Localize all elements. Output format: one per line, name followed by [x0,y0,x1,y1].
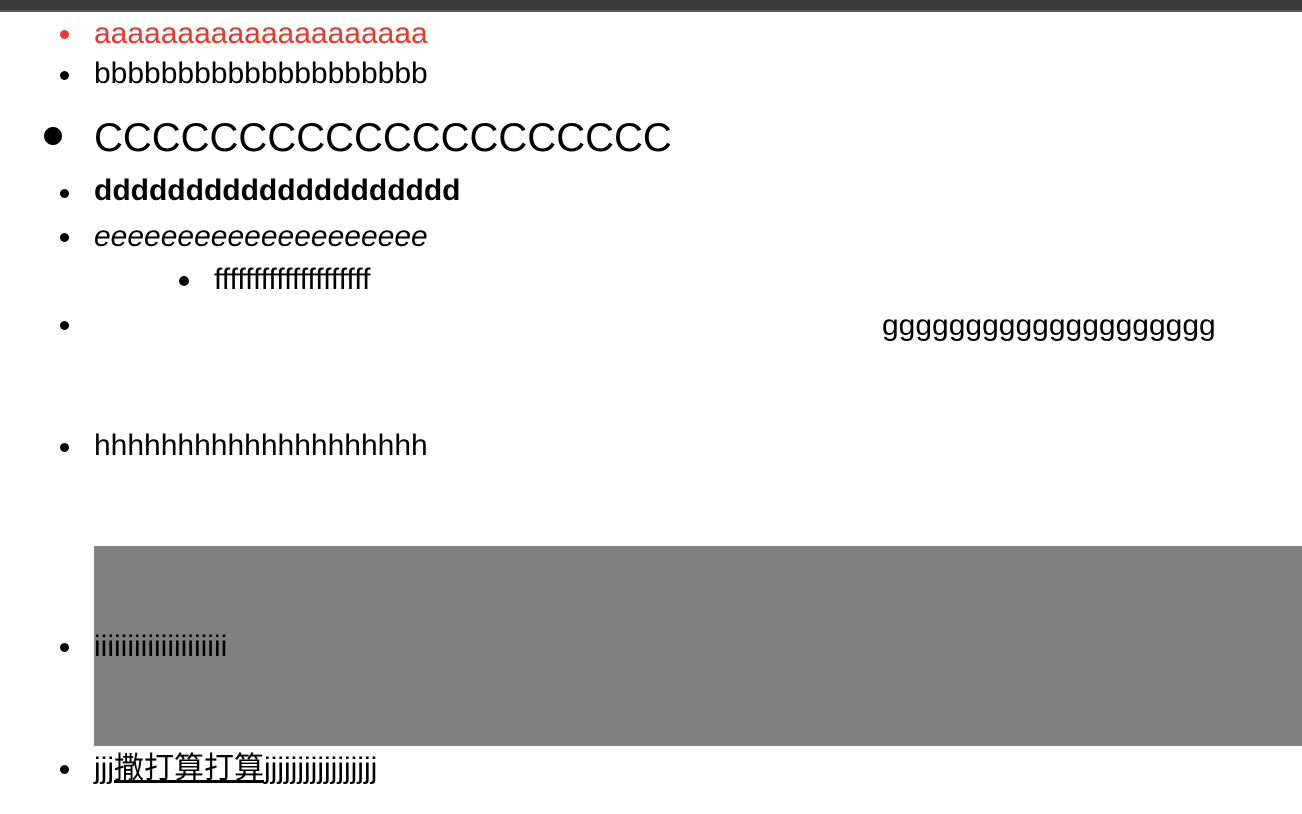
bullet-h [60,443,69,452]
item-j-suffix: jjjjjjjjjjjjjjjjj [264,752,378,785]
bullet-c [44,127,62,145]
list-item-e: eeeeeeeeeeeeeeeeeeee [94,220,428,253]
window-top-edge [0,0,1302,12]
bullet-d [60,189,69,198]
bullet-j [60,765,69,774]
bullet-g [60,321,69,330]
item-j-prefix: jjj [94,752,114,785]
bullet-a [60,30,69,39]
list-item-j: jjj撒打算打算jjjjjjjjjjjjjjjjj [94,754,377,784]
bullet-f [179,276,189,286]
list-item-b: bbbbbbbbbbbbbbbbbbbb [94,57,428,90]
bullet-i [60,643,69,652]
list-item-f-nested: ffffffffffffffffffff [214,263,371,296]
item-j-underlined-text: 撒打算打算 [114,752,264,785]
list-item-a: aaaaaaaaaaaaaaaaaaaa [94,17,428,50]
highlight-box [94,546,1302,746]
bullet-b [60,71,69,80]
list-item-i: iiiiiiiiiiiiiiiiiiii [94,630,228,663]
list-item-d: dddddddddddddddddddd [94,174,461,207]
list-item-g-right-aligned: gggggggggggggggggggg [882,309,1216,342]
bullet-e [60,233,69,242]
list-item-c: CCCCCCCCCCCCCCCCCCCC [94,116,672,160]
list-item-h: hhhhhhhhhhhhhhhhhhhh [94,429,428,462]
